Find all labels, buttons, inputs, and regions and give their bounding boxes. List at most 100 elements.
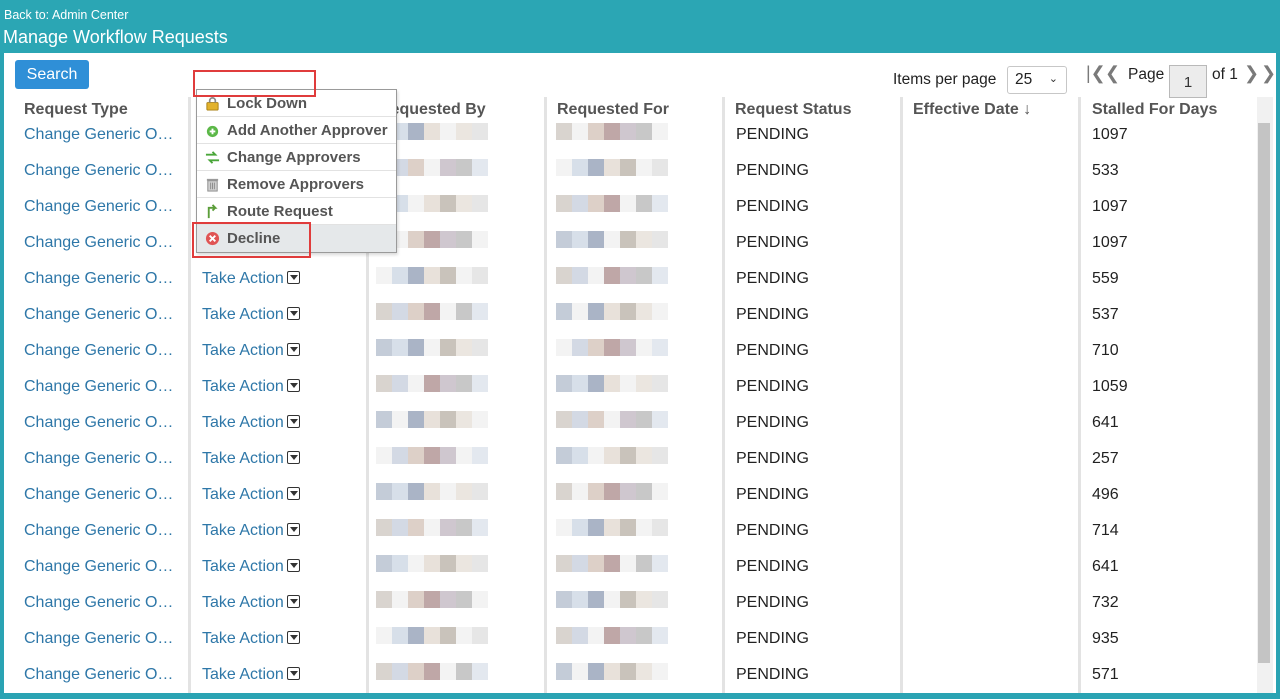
redacted-name <box>556 519 668 537</box>
take-action-label: Take Action <box>202 414 284 431</box>
request-type-link[interactable]: Change Generic O… <box>24 231 174 267</box>
stalled-days: 710 <box>1092 342 1119 359</box>
request-status: PENDING <box>736 234 809 251</box>
stalled-days: 559 <box>1092 270 1119 287</box>
request-type-link[interactable]: Change Generic O… <box>24 411 174 447</box>
request-type-link[interactable]: Change Generic O… <box>24 159 174 195</box>
redacted-name <box>376 555 488 573</box>
redacted-name <box>376 375 488 393</box>
menu-item-remove-approvers[interactable]: Remove Approvers <box>197 171 396 198</box>
effective-date-label: Effective Date <box>913 101 1019 118</box>
request-type-link[interactable]: Change Generic O… <box>24 339 174 375</box>
take-action-link[interactable]: Take Action <box>202 375 300 411</box>
take-action-label: Take Action <box>202 306 284 323</box>
column-header-request-type[interactable]: Request Type <box>4 97 128 123</box>
dropdown-arrow-icon[interactable] <box>286 271 300 284</box>
column-header-requested-for[interactable]: Requested For <box>537 97 669 123</box>
previous-page-icon[interactable]: ❮ <box>1105 63 1120 84</box>
column-header-stalled-for-days[interactable]: Stalled For Days <box>1072 97 1217 123</box>
scrollbar-thumb[interactable] <box>1258 123 1270 663</box>
request-type-link[interactable]: Change Generic O… <box>24 591 174 627</box>
items-per-page-label: Items per page <box>893 71 997 88</box>
take-action-link[interactable]: Take Action <box>202 339 300 375</box>
request-type-link[interactable]: Change Generic O… <box>24 627 174 663</box>
stalled-days: 537 <box>1092 306 1119 323</box>
redacted-name <box>556 339 668 357</box>
request-type-link[interactable]: Change Generic O… <box>24 123 174 159</box>
take-action-link[interactable]: Take Action <box>202 519 300 555</box>
page-number-input[interactable]: 1 <box>1169 65 1207 98</box>
column-header-request-status[interactable]: Request Status <box>715 97 851 123</box>
take-action-link[interactable]: Take Action <box>202 411 300 447</box>
menu-item-add-another-approver[interactable]: Add Another Approver <box>197 117 396 144</box>
add-approver-icon <box>206 125 219 138</box>
table-row: Change Generic O… Take Action PENDING 710 <box>4 339 1256 375</box>
dropdown-arrow-icon[interactable] <box>286 307 300 320</box>
table-row: Change Generic O… Take Action PENDING 732 <box>4 591 1256 627</box>
page-title: Manage Workflow Requests <box>3 27 228 47</box>
take-action-link[interactable]: Take Action <box>202 483 300 519</box>
stalled-days: 1097 <box>1092 234 1128 251</box>
dropdown-arrow-icon[interactable] <box>286 415 300 428</box>
dropdown-arrow-icon[interactable] <box>286 631 300 644</box>
request-type-link[interactable]: Change Generic O… <box>24 483 174 519</box>
request-type-link[interactable]: Change Generic O… <box>24 195 174 231</box>
table-row: Change Generic O…Take ActionPENDING533 <box>4 159 1256 195</box>
menu-item-change-approvers[interactable]: Change Approvers <box>197 144 396 171</box>
request-status: PENDING <box>736 378 809 395</box>
main-panel: Search Items per page 25 ⌄ |❮ ❮ Page 1 o… <box>4 53 1276 693</box>
stalled-days: 496 <box>1092 486 1119 503</box>
column-header-effective-date[interactable]: Effective Date ↓ <box>893 97 1031 123</box>
menu-item-label: Add Another Approver <box>227 122 388 139</box>
dropdown-arrow-icon[interactable] <box>286 667 300 680</box>
redacted-name <box>556 411 668 429</box>
next-page-icon[interactable]: ❯ <box>1244 63 1259 84</box>
take-action-link[interactable]: Take Action <box>202 555 300 591</box>
request-type-link[interactable]: Change Generic O… <box>24 375 174 411</box>
last-page-icon[interactable]: ❯| <box>1261 63 1276 84</box>
take-action-link[interactable]: Take Action <box>202 447 300 483</box>
dropdown-arrow-icon[interactable] <box>286 343 300 356</box>
dropdown-arrow-icon[interactable] <box>286 559 300 572</box>
take-action-link[interactable]: Take Action <box>202 627 300 663</box>
chevron-down-icon: ⌄ <box>1048 73 1058 85</box>
redacted-name <box>556 555 668 573</box>
request-type-link[interactable]: Change Generic O… <box>24 303 174 339</box>
redacted-name <box>376 411 488 429</box>
request-type-link[interactable]: Change Generic O… <box>24 447 174 483</box>
redacted-name <box>556 123 668 141</box>
redacted-name <box>376 519 488 537</box>
take-action-link[interactable]: Take Action <box>202 303 300 339</box>
request-type-link[interactable]: Change Generic O… <box>24 519 174 555</box>
dropdown-arrow-icon[interactable] <box>286 523 300 536</box>
page-label: Page <box>1128 66 1165 83</box>
take-action-link[interactable]: Take Action <box>202 663 300 693</box>
table-row: Change Generic O… Take Action PENDING 935 <box>4 627 1256 663</box>
table-row: Change Generic O… Take Action PENDING 537 <box>4 303 1256 339</box>
dropdown-arrow-icon[interactable] <box>286 487 300 500</box>
take-action-link[interactable]: Take Action <box>202 591 300 627</box>
redacted-name <box>556 447 668 465</box>
request-type-link[interactable]: Change Generic O… <box>24 267 174 303</box>
table-row: Change Generic O… Take Action PENDING 559 <box>4 267 1256 303</box>
sort-descending-icon: ↓ <box>1023 101 1032 118</box>
request-type-link[interactable]: Change Generic O… <box>24 555 174 591</box>
first-page-icon[interactable]: |❮ <box>1086 63 1106 84</box>
menu-item-route-request[interactable]: Route Request <box>197 198 396 225</box>
search-button[interactable]: Search <box>15 60 89 89</box>
redacted-name <box>556 159 668 177</box>
redacted-name <box>556 627 668 645</box>
request-status: PENDING <box>736 198 809 215</box>
dropdown-arrow-icon[interactable] <box>286 379 300 392</box>
stalled-days: 1097 <box>1092 198 1128 215</box>
dropdown-arrow-icon[interactable] <box>286 451 300 464</box>
dropdown-arrow-icon[interactable] <box>286 595 300 608</box>
back-to-admin-center-link[interactable]: Back to: Admin Center <box>4 8 128 22</box>
take-action-link[interactable]: Take Action <box>202 267 300 303</box>
menu-item-label: Remove Approvers <box>227 176 364 193</box>
change-approvers-icon <box>205 151 220 164</box>
request-type-link[interactable]: Change Generic O… <box>24 663 174 693</box>
redacted-name <box>556 231 668 249</box>
table-row: Change Generic O… Take Action PENDING 714 <box>4 519 1256 555</box>
items-per-page-select[interactable]: 25 ⌄ <box>1007 66 1067 94</box>
